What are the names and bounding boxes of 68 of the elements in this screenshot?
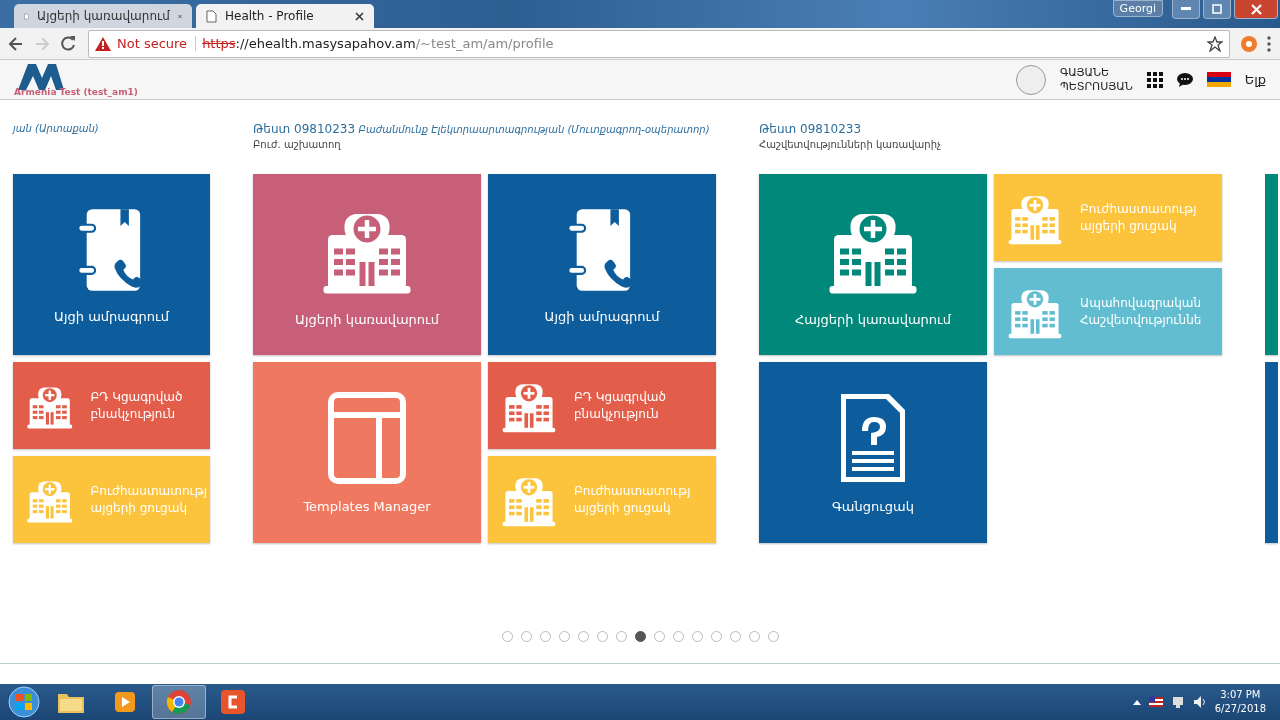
document-icon bbox=[838, 391, 908, 485]
extension-icon[interactable] bbox=[1240, 34, 1258, 53]
pager-dot[interactable] bbox=[748, 631, 760, 642]
pager-dot[interactable] bbox=[653, 631, 665, 642]
flag-icon[interactable] bbox=[1206, 72, 1231, 87]
user-name: ԳԱՅԱՆԵ ՊԵՏՐՈՍՅԱՆ bbox=[1059, 66, 1133, 93]
organization-label: Armenia Test (test_am1) bbox=[14, 87, 138, 97]
page-icon bbox=[206, 9, 217, 23]
star-icon[interactable] bbox=[1207, 35, 1223, 52]
tray-arrow-icon[interactable] bbox=[1132, 699, 1141, 705]
clock-time[interactable]: 3:07 PM bbox=[1214, 688, 1266, 702]
menu-tile[interactable]: Այցի ամրագրում bbox=[488, 174, 716, 355]
pager-dot[interactable] bbox=[634, 631, 646, 642]
apps-grid-icon[interactable] bbox=[1146, 71, 1163, 88]
pager-dot[interactable] bbox=[615, 631, 627, 642]
menu-icon[interactable] bbox=[1264, 34, 1274, 53]
pager-dot[interactable] bbox=[577, 631, 589, 642]
pager-dot[interactable] bbox=[539, 631, 551, 642]
reload-icon[interactable] bbox=[58, 33, 78, 54]
role-subtitle: Հաշվետվությունների կառավարիչ bbox=[759, 137, 943, 151]
menu-tile[interactable]: Այցերի կառավարում bbox=[253, 174, 481, 355]
pager-dot[interactable] bbox=[501, 631, 513, 642]
browser-icon bbox=[166, 689, 192, 715]
app-icon bbox=[220, 689, 246, 715]
media-player-icon bbox=[113, 690, 137, 714]
network-icon[interactable] bbox=[1170, 695, 1185, 709]
role-subtitle: Բուժ. աշխատող bbox=[253, 137, 342, 151]
close-icon bbox=[1250, 3, 1262, 15]
address-bar[interactable]: Not secure https://ehealth.masysapahov.am/~test_am/am/profile bbox=[88, 29, 1230, 58]
pager-dot[interactable] bbox=[596, 631, 608, 642]
avatar[interactable] bbox=[1015, 64, 1046, 95]
logout-link[interactable]: Ելք bbox=[1244, 72, 1266, 87]
menu-tile[interactable]: ԲԴ Կցագրված բնակչություն bbox=[13, 362, 210, 449]
profile-badge[interactable]: Georgi bbox=[1112, 0, 1163, 17]
pager-dot[interactable] bbox=[520, 631, 532, 642]
flag-icon[interactable] bbox=[1148, 697, 1163, 707]
menu-tile[interactable]: Templates Manager bbox=[253, 362, 481, 543]
browser-tab[interactable]: Այցերի կառավարում bbox=[14, 4, 192, 28]
volume-icon[interactable] bbox=[1192, 695, 1207, 709]
user-title: Թեստ 09810233 bbox=[253, 122, 356, 136]
warning-icon bbox=[95, 36, 111, 51]
close-button[interactable] bbox=[1234, 0, 1278, 19]
role-label: յան (Արտաքան) bbox=[13, 123, 100, 134]
pager-dot[interactable] bbox=[767, 631, 779, 642]
chat-icon[interactable] bbox=[1176, 72, 1193, 87]
url-text: https://ehealth.masysapahov.am/~test_am/am/profile bbox=[202, 36, 555, 51]
role-label: Բաժանմունք Էլեկտրաարտագրության (Մուտքագրող-օպերատոր) bbox=[358, 124, 711, 135]
minimize-icon bbox=[1181, 7, 1191, 11]
pager-dot[interactable] bbox=[691, 631, 703, 642]
menu-tile[interactable]: Հայցերի կառավարում bbox=[759, 174, 987, 355]
browser-tab[interactable]: Health - Profile bbox=[196, 4, 374, 28]
pager-dot[interactable] bbox=[710, 631, 722, 642]
maximize-button[interactable] bbox=[1203, 0, 1231, 19]
menu-tile[interactable]: Գանցուցակ bbox=[759, 362, 987, 543]
security-label: Not secure bbox=[117, 36, 197, 51]
clock-date[interactable]: 6/27/2018 bbox=[1214, 702, 1266, 716]
tile-edge[interactable] bbox=[1265, 174, 1278, 355]
pager-dot[interactable] bbox=[558, 631, 570, 642]
menu-tile[interactable]: ԲԴ Կցագրված բնակչություն bbox=[488, 362, 716, 449]
minimize-button[interactable] bbox=[1172, 0, 1200, 19]
user-title: Թեստ 09810233 bbox=[759, 122, 862, 136]
pager-dot[interactable] bbox=[729, 631, 741, 642]
pager-dot[interactable] bbox=[672, 631, 684, 642]
layout-icon bbox=[327, 391, 407, 485]
tile-edge[interactable] bbox=[1265, 362, 1278, 543]
menu-tile[interactable]: Այցի ամրագրում bbox=[13, 174, 210, 355]
close-icon[interactable] bbox=[355, 11, 364, 21]
maximize-icon bbox=[1212, 4, 1222, 14]
